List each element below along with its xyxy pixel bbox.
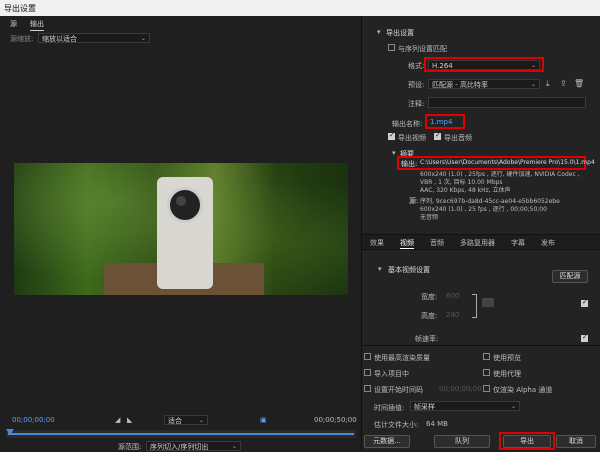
preset-label: 预设: — [408, 81, 425, 89]
time-interpolation-label: 时间插值: — [374, 404, 405, 412]
source-summary-line2: 600x240 (1.0) , 25 fps , 逐行 , 00;00;50;0… — [420, 206, 547, 213]
export-video-checkbox[interactable] — [388, 131, 395, 140]
source-scale-select[interactable]: 缩放以适合 ⌄ — [38, 33, 150, 43]
preset-select[interactable]: 匹配源 - 高比特率 ⌄ — [428, 79, 540, 89]
time-interpolation-select[interactable]: 帧采样 ⌄ — [410, 401, 520, 411]
format-label: 格式: — [408, 62, 425, 70]
time-interpolation-value: 帧采样 — [414, 403, 435, 411]
tab-audio[interactable]: 音频 — [430, 238, 444, 248]
timeline-track[interactable] — [6, 429, 356, 438]
aspect-link-bracket — [472, 294, 477, 318]
comment-label: 注释: — [408, 100, 425, 108]
comment-input[interactable] — [428, 97, 586, 108]
import-preset-icon[interactable]: ⇪ — [560, 79, 567, 88]
mark-in-icon[interactable]: ◢ — [115, 416, 120, 424]
output-name-link[interactable]: 1.mp4 — [430, 118, 452, 126]
use-proxy-checkbox[interactable] — [483, 369, 490, 376]
export-audio-checkbox[interactable] — [434, 131, 441, 140]
cancel-button[interactable]: 取消 — [556, 435, 596, 448]
height-value[interactable]: 240 — [446, 311, 459, 319]
use-proxy-label: 使用代理 — [493, 370, 521, 378]
fit-value: 适合 — [168, 417, 182, 425]
alpha-only-checkbox[interactable] — [483, 385, 490, 392]
basic-video-heading: 基本视频设置 — [388, 266, 430, 274]
tab-effects[interactable]: 效果 — [370, 238, 384, 248]
preview-image — [14, 163, 348, 295]
match-sequence-checkbox[interactable] — [388, 44, 395, 51]
set-start-timecode-label: 设置开始时间码 — [374, 386, 423, 394]
playhead-icon[interactable] — [6, 429, 14, 435]
basic-video-collapse-icon[interactable]: ▾ — [378, 265, 382, 273]
source-summary-line3: 无音频 — [420, 214, 439, 221]
tab-output[interactable]: 输出 — [30, 19, 44, 31]
tab-captions[interactable]: 字幕 — [511, 238, 525, 248]
chevron-down-icon: ⌄ — [530, 62, 536, 69]
chevron-down-icon: ⌄ — [140, 35, 146, 42]
match-sequence-label: 与序列设置匹配 — [398, 45, 447, 53]
save-preset-icon[interactable]: ⤓ — [546, 79, 550, 89]
chevron-down-icon: ⌄ — [510, 403, 516, 410]
match-source-button[interactable]: 匹配源 — [552, 270, 588, 283]
file-size-label: 估计文件大小: — [374, 421, 419, 429]
max-render-label: 使用最高渲染质量 — [374, 354, 430, 362]
import-project-label: 导入项目中 — [374, 370, 409, 378]
fit-select[interactable]: 适合 ⌄ — [164, 415, 208, 425]
mark-out-icon[interactable]: ◣ — [127, 416, 132, 424]
source-scale-label: 源缩放: — [10, 35, 34, 43]
output-path: C:\Users\User\Documents\Adobe\Premiere P… — [420, 159, 595, 166]
use-preview-checkbox[interactable] — [483, 353, 490, 360]
source-range-label: 源范围: — [118, 443, 142, 451]
export-settings-heading: 导出设置 — [386, 29, 414, 37]
title-bar: 导出设置 — [0, 0, 600, 16]
phone-image — [157, 177, 213, 289]
timeline-range — [8, 433, 354, 435]
collapse-icon[interactable]: ▾ — [377, 28, 381, 36]
timecode-start: 00;00;00;00 — [12, 416, 55, 424]
export-button[interactable]: 导出 — [503, 435, 551, 448]
framerate-label: 帧速率: — [415, 335, 439, 343]
window-title: 导出设置 — [4, 4, 36, 13]
tab-video[interactable]: 视频 — [400, 238, 414, 249]
queue-button[interactable]: 队列 — [434, 435, 490, 448]
max-render-checkbox[interactable] — [364, 353, 371, 360]
preset-value: 匹配源 - 高比特率 — [432, 81, 488, 89]
delete-preset-icon[interactable]: 🗑 — [574, 79, 584, 88]
framerate-match-checkbox[interactable] — [581, 333, 588, 342]
chevron-down-icon: ⌄ — [530, 81, 536, 88]
format-value: H.264 — [432, 62, 453, 70]
summary-collapse-icon[interactable]: ▾ — [392, 149, 396, 157]
width-label: 宽度: — [421, 293, 438, 301]
set-start-timecode-checkbox[interactable] — [364, 385, 371, 392]
tab-source[interactable]: 源 — [10, 19, 17, 30]
height-label: 高度: — [421, 312, 438, 320]
timecode-end: 00;00;50;00 — [314, 416, 357, 424]
chevron-down-icon: ⌄ — [198, 417, 204, 424]
chevron-down-icon: ⌄ — [231, 443, 237, 450]
output-summary-line4: AAC, 320 Kbps, 48 kHz, 立体声 — [420, 187, 511, 194]
source-scale-value: 缩放以适合 — [42, 35, 77, 43]
export-video-label: 导出视频 — [398, 134, 426, 142]
format-select[interactable]: H.264 ⌄ — [428, 60, 540, 70]
file-size-value: 64 MB — [426, 420, 448, 428]
divider — [362, 345, 600, 346]
safe-margin-icon[interactable]: ▣ — [260, 416, 267, 424]
alpha-only-label: 仅渲染 Alpha 通道 — [493, 386, 553, 394]
width-height-match-checkbox[interactable] — [581, 298, 588, 307]
output-name-label: 输出名称: — [392, 120, 423, 128]
export-audio-label: 导出音频 — [444, 134, 472, 142]
output-label: 输出: — [401, 160, 418, 168]
tab-multiplexer[interactable]: 多路复用器 — [460, 238, 495, 248]
start-timecode-value[interactable]: 00;00;00;00 — [439, 385, 482, 393]
tab-publish[interactable]: 发布 — [541, 238, 555, 248]
aspect-lock-icon[interactable] — [482, 298, 494, 307]
width-value[interactable]: 600 — [446, 292, 459, 300]
import-project-checkbox[interactable] — [364, 369, 371, 376]
source-label: 源: — [409, 197, 419, 205]
metadata-button[interactable]: 元数据... — [364, 435, 410, 448]
use-preview-label: 使用预览 — [493, 354, 521, 362]
